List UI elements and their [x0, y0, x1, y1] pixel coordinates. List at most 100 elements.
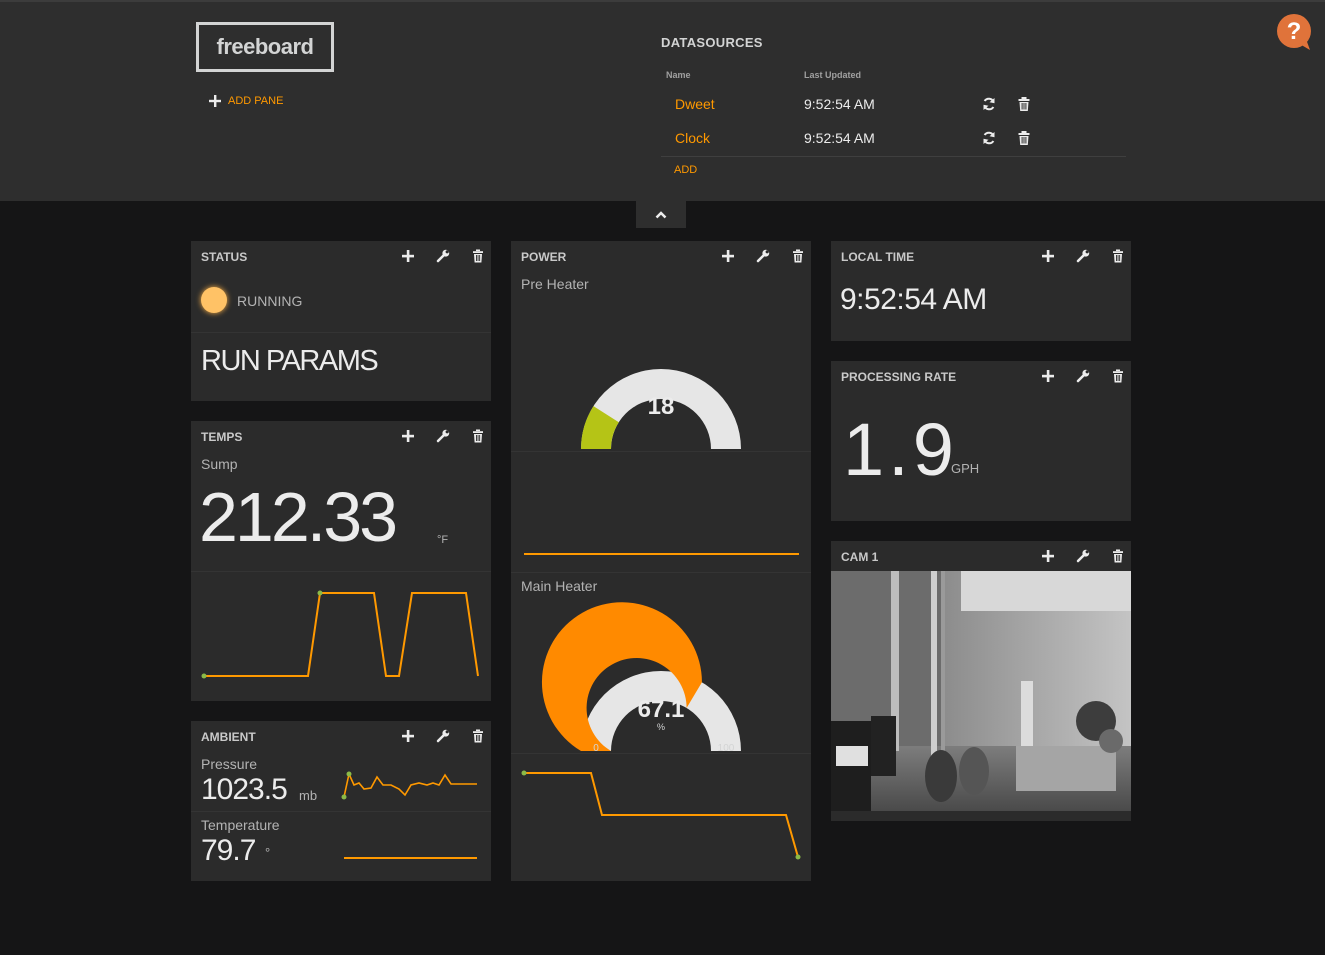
- trash-icon[interactable]: [1111, 249, 1125, 263]
- pressure-sparkline: [341, 771, 477, 800]
- pane-title: AMBIENT: [201, 730, 256, 744]
- pane-title: CAM 1: [841, 550, 879, 564]
- processing-rate-units: GPH: [951, 461, 980, 476]
- add-pane-label: ADD PANE: [228, 95, 284, 107]
- wrench-icon[interactable]: [436, 249, 450, 263]
- main-heater-sparkline: [521, 770, 801, 860]
- divider: [661, 156, 1126, 157]
- trash-icon[interactable]: [1111, 549, 1125, 563]
- collapse-header-button[interactable]: [636, 201, 686, 228]
- widget-label: Temperature: [201, 817, 280, 833]
- gauge-min: 0: [593, 743, 599, 753]
- pane-title: PROCESSING RATE: [841, 370, 957, 384]
- sump-text-widget: Sump 212.33 °F: [191, 451, 491, 571]
- pane-header: CAM 1: [831, 541, 1131, 571]
- column-last-updated-header: Last Updated: [804, 70, 862, 80]
- pre-heater-sparkline: [524, 553, 799, 555]
- pane-tools: [1020, 549, 1125, 563]
- pane-temps: TEMPS Sump 212.33 °F: [191, 421, 491, 701]
- trash-icon[interactable]: [1016, 130, 1032, 146]
- pane-cam-1: CAM 1: [831, 541, 1131, 821]
- freeboard-logo: freeboard: [196, 22, 334, 72]
- pane-tools: [1020, 249, 1125, 263]
- pane-tools: [700, 249, 805, 263]
- pane-tools: [380, 249, 485, 263]
- trash-icon[interactable]: [471, 729, 485, 743]
- temperature-sparkline: [344, 857, 477, 859]
- wrench-icon[interactable]: [436, 729, 450, 743]
- refresh-icon[interactable]: [981, 96, 997, 112]
- widget-label: Pressure: [201, 756, 258, 772]
- pane-header: AMBIENT: [191, 721, 491, 751]
- add-datasource-button[interactable]: ADD: [674, 164, 697, 176]
- plus-icon[interactable]: [721, 249, 735, 263]
- datasource-name[interactable]: Clock: [675, 130, 710, 146]
- pre-heater-gauge: 18 0 100: [581, 369, 741, 449]
- board-toolbar: freeboard ADD PANE DATASOURCES Name Last…: [0, 0, 1325, 201]
- datasource-updated: 9:52:54 AM: [804, 96, 875, 112]
- datasources-heading: DATASOURCES: [661, 35, 763, 50]
- plus-icon[interactable]: [1041, 369, 1055, 383]
- sump-value: 212.33: [199, 478, 398, 556]
- datasource-updated: 9:52:54 AM: [804, 130, 875, 146]
- gauge-value: 18: [648, 393, 675, 420]
- pane-power: POWER Pre Heater 18 0 100 Main Heater 67…: [511, 241, 811, 881]
- processing-rate-value: 1.9: [843, 408, 958, 491]
- trash-icon[interactable]: [471, 249, 485, 263]
- main-heater-gauge: 67.1 % 0 100: [541, 602, 741, 753]
- datasources-table-header: Name Last Updated: [661, 68, 1126, 84]
- pressure-widget: Pressure 1023.5 mb: [191, 751, 491, 811]
- pane-status: STATUS RUNNING RUN PARAMS: [191, 241, 491, 401]
- chevron-up-icon: [655, 210, 667, 218]
- gauge-max: 100: [718, 743, 735, 753]
- wrench-icon[interactable]: [1076, 249, 1090, 263]
- pane-header: STATUS: [191, 241, 491, 271]
- plus-icon[interactable]: [401, 249, 415, 263]
- pane-tools: [380, 729, 485, 743]
- plus-icon[interactable]: [1041, 249, 1055, 263]
- pane-title: STATUS: [201, 250, 248, 264]
- pane-tools: [1020, 369, 1125, 383]
- pane-processing-rate: PROCESSING RATE 1.9 GPH: [831, 361, 1131, 521]
- datasources-table: Name Last Updated Dweet 9:52:54 AM Clock…: [661, 68, 1126, 176]
- pressure-value: 1023.5: [201, 773, 288, 806]
- pane-ambient: AMBIENT Pressure 1023.5 mb Temperature 7…: [191, 721, 491, 881]
- pre-heater-gauge-widget: Pre Heater 18 0 100: [511, 271, 811, 451]
- trash-icon[interactable]: [1016, 96, 1032, 112]
- wrench-icon[interactable]: [1076, 549, 1090, 563]
- wrench-icon[interactable]: [436, 429, 450, 443]
- trash-icon[interactable]: [1111, 369, 1125, 383]
- local-time-value: 9:52:54 AM: [840, 283, 987, 316]
- plus-icon[interactable]: [401, 729, 415, 743]
- gauge-units: %: [657, 722, 665, 732]
- pane-header: PROCESSING RATE: [831, 361, 1131, 391]
- pane-header: LOCAL TIME: [831, 241, 1131, 271]
- add-pane-button[interactable]: ADD PANE: [209, 95, 283, 107]
- sump-units: °F: [437, 534, 449, 546]
- gauge-value: 67.1: [638, 696, 685, 723]
- gauge-fill: [541, 602, 702, 751]
- datasource-name[interactable]: Dweet: [675, 96, 715, 112]
- trash-icon[interactable]: [471, 429, 485, 443]
- run-params-text: RUN PARAMS: [201, 345, 379, 377]
- sump-sparkline: [201, 590, 479, 679]
- datasource-row-clock: Clock 9:52:54 AM: [661, 118, 1126, 152]
- svg-text:?: ?: [1287, 18, 1302, 45]
- wrench-icon[interactable]: [1076, 369, 1090, 383]
- indicator-label: RUNNING: [237, 293, 303, 309]
- plus-icon[interactable]: [1041, 549, 1055, 563]
- pane-header: POWER: [511, 241, 811, 271]
- main-heater-gauge-widget: Main Heater 67.1 % 0 100: [511, 573, 811, 753]
- plus-icon[interactable]: [401, 429, 415, 443]
- indicator-widget: RUNNING: [191, 271, 491, 332]
- indicator-light: [201, 287, 227, 313]
- pane-title: TEMPS: [201, 430, 243, 444]
- refresh-icon[interactable]: [981, 130, 997, 146]
- pane-local-time: LOCAL TIME 9:52:54 AM: [831, 241, 1131, 341]
- text-widget: RUN PARAMS: [191, 333, 491, 401]
- pane-title: POWER: [521, 250, 567, 264]
- trash-icon[interactable]: [791, 249, 805, 263]
- help-icon[interactable]: ?: [1276, 13, 1314, 51]
- wrench-icon[interactable]: [756, 249, 770, 263]
- temperature-units: °: [265, 845, 271, 860]
